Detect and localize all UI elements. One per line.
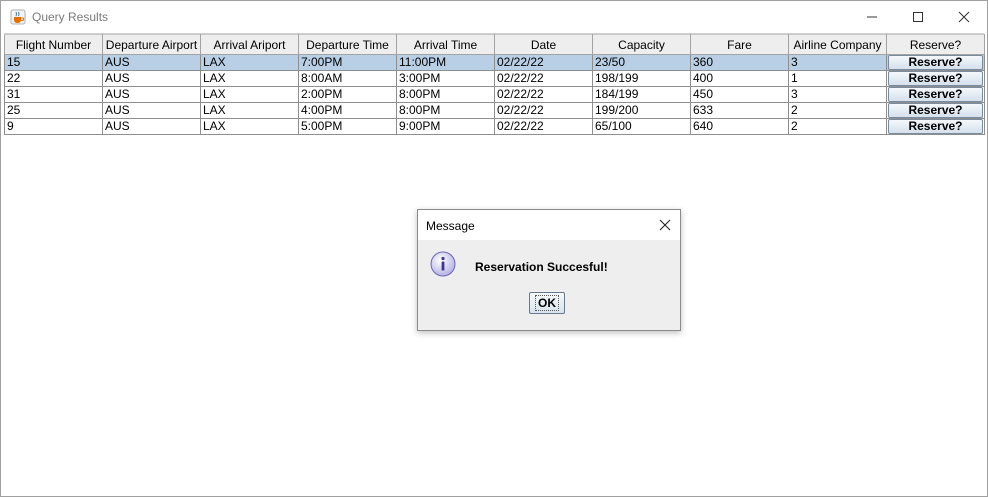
column-header-departure-time[interactable]: Departure Time [298, 34, 397, 55]
dialog-message: Reservation Succesful! [475, 260, 608, 274]
arrival-airport-cell[interactable]: LAX [200, 54, 299, 71]
minimize-icon [867, 16, 877, 18]
column-header-flight-number[interactable]: Flight Number [4, 34, 103, 55]
title-bar[interactable]: Query Results [1, 1, 987, 33]
departure-time-cell[interactable]: 2:00PM [298, 86, 397, 103]
java-coffee-icon [10, 9, 26, 25]
flight-number-cell[interactable]: 9 [4, 118, 103, 135]
reserve-button[interactable]: Reserve? [888, 87, 983, 102]
fare-cell[interactable]: 640 [690, 118, 789, 135]
capacity-cell[interactable]: 199/200 [592, 102, 691, 119]
table-row[interactable]: 31 AUS LAX 2:00PM 8:00PM 02/22/22 184/19… [4, 86, 985, 103]
close-icon [958, 11, 970, 23]
reserve-button[interactable]: Reserve? [888, 55, 983, 70]
date-cell[interactable]: 02/22/22 [494, 54, 593, 71]
airline-company-cell[interactable]: 2 [788, 102, 887, 119]
fare-cell[interactable]: 633 [690, 102, 789, 119]
window-title: Query Results [32, 10, 109, 24]
dialog-close-button[interactable] [650, 210, 680, 240]
table-row[interactable]: 22 AUS LAX 8:00AM 3:00PM 02/22/22 198/19… [4, 70, 985, 87]
capacity-cell[interactable]: 198/199 [592, 70, 691, 87]
fare-cell[interactable]: 360 [690, 54, 789, 71]
arrival-time-cell[interactable]: 3:00PM [396, 70, 495, 87]
column-header-date[interactable]: Date [494, 34, 593, 55]
flight-number-cell[interactable]: 25 [4, 102, 103, 119]
table-row[interactable]: 15 AUS LAX 7:00PM 11:00PM 02/22/22 23/50… [4, 54, 985, 71]
reserve-cell: Reserve? [886, 102, 985, 119]
date-cell[interactable]: 02/22/22 [494, 70, 593, 87]
reserve-cell: Reserve? [886, 70, 985, 87]
close-icon [659, 219, 671, 231]
departure-time-cell[interactable]: 7:00PM [298, 54, 397, 71]
date-cell[interactable]: 02/22/22 [494, 102, 593, 119]
arrival-time-cell[interactable]: 11:00PM [396, 54, 495, 71]
close-button[interactable] [941, 1, 987, 33]
capacity-cell[interactable]: 23/50 [592, 54, 691, 71]
flights-table: Flight Number Departure Airport Arrival … [4, 34, 985, 135]
departure-time-cell[interactable]: 5:00PM [298, 118, 397, 135]
reserve-cell: Reserve? [886, 54, 985, 71]
departure-time-cell[interactable]: 4:00PM [298, 102, 397, 119]
date-cell[interactable]: 02/22/22 [494, 118, 593, 135]
arrival-airport-cell[interactable]: LAX [200, 118, 299, 135]
reserve-cell: Reserve? [886, 86, 985, 103]
dialog-title: Message [426, 219, 475, 233]
reserve-cell: Reserve? [886, 118, 985, 135]
arrival-airport-cell[interactable]: LAX [200, 70, 299, 87]
arrival-time-cell[interactable]: 8:00PM [396, 86, 495, 103]
airline-company-cell[interactable]: 3 [788, 54, 887, 71]
column-header-fare[interactable]: Fare [690, 34, 789, 55]
reserve-button[interactable]: Reserve? [888, 119, 983, 134]
departure-airport-cell[interactable]: AUS [102, 70, 201, 87]
flight-number-cell[interactable]: 31 [4, 86, 103, 103]
departure-airport-cell[interactable]: AUS [102, 102, 201, 119]
departure-time-cell[interactable]: 8:00AM [298, 70, 397, 87]
airline-company-cell[interactable]: 1 [788, 70, 887, 87]
arrival-time-cell[interactable]: 9:00PM [396, 118, 495, 135]
arrival-time-cell[interactable]: 8:00PM [396, 102, 495, 119]
departure-airport-cell[interactable]: AUS [102, 118, 201, 135]
info-icon [430, 251, 456, 277]
maximize-button[interactable] [895, 1, 941, 33]
date-cell[interactable]: 02/22/22 [494, 86, 593, 103]
message-dialog: Message Reservation Succesful! OK [417, 209, 681, 331]
fare-cell[interactable]: 450 [690, 86, 789, 103]
airline-company-cell[interactable]: 2 [788, 118, 887, 135]
column-header-departure-airport[interactable]: Departure Airport [102, 34, 201, 55]
flight-number-cell[interactable]: 22 [4, 70, 103, 87]
reserve-button[interactable]: Reserve? [888, 103, 983, 118]
capacity-cell[interactable]: 184/199 [592, 86, 691, 103]
capacity-cell[interactable]: 65/100 [592, 118, 691, 135]
arrival-airport-cell[interactable]: LAX [200, 86, 299, 103]
table-row[interactable]: 25 AUS LAX 4:00PM 8:00PM 02/22/22 199/20… [4, 102, 985, 119]
table-header: Flight Number Departure Airport Arrival … [4, 34, 985, 55]
airline-company-cell[interactable]: 3 [788, 86, 887, 103]
minimize-button[interactable] [849, 1, 895, 33]
column-header-capacity[interactable]: Capacity [592, 34, 691, 55]
ok-button[interactable]: OK [529, 292, 565, 314]
departure-airport-cell[interactable]: AUS [102, 86, 201, 103]
column-header-arrival-airport[interactable]: Arrival Ariport [200, 34, 299, 55]
column-header-reserve[interactable]: Reserve? [886, 34, 985, 55]
column-header-airline-company[interactable]: Airline Company [788, 34, 887, 55]
arrival-airport-cell[interactable]: LAX [200, 102, 299, 119]
maximize-icon [913, 12, 923, 22]
departure-airport-cell[interactable]: AUS [102, 54, 201, 71]
ok-button-label: OK [535, 295, 559, 311]
flight-number-cell[interactable]: 15 [4, 54, 103, 71]
dialog-title-bar[interactable]: Message [418, 210, 680, 240]
column-header-arrival-time[interactable]: Arrival Time [396, 34, 495, 55]
fare-cell[interactable]: 400 [690, 70, 789, 87]
table-row[interactable]: 9 AUS LAX 5:00PM 9:00PM 02/22/22 65/100 … [4, 118, 985, 135]
reserve-button[interactable]: Reserve? [888, 71, 983, 86]
